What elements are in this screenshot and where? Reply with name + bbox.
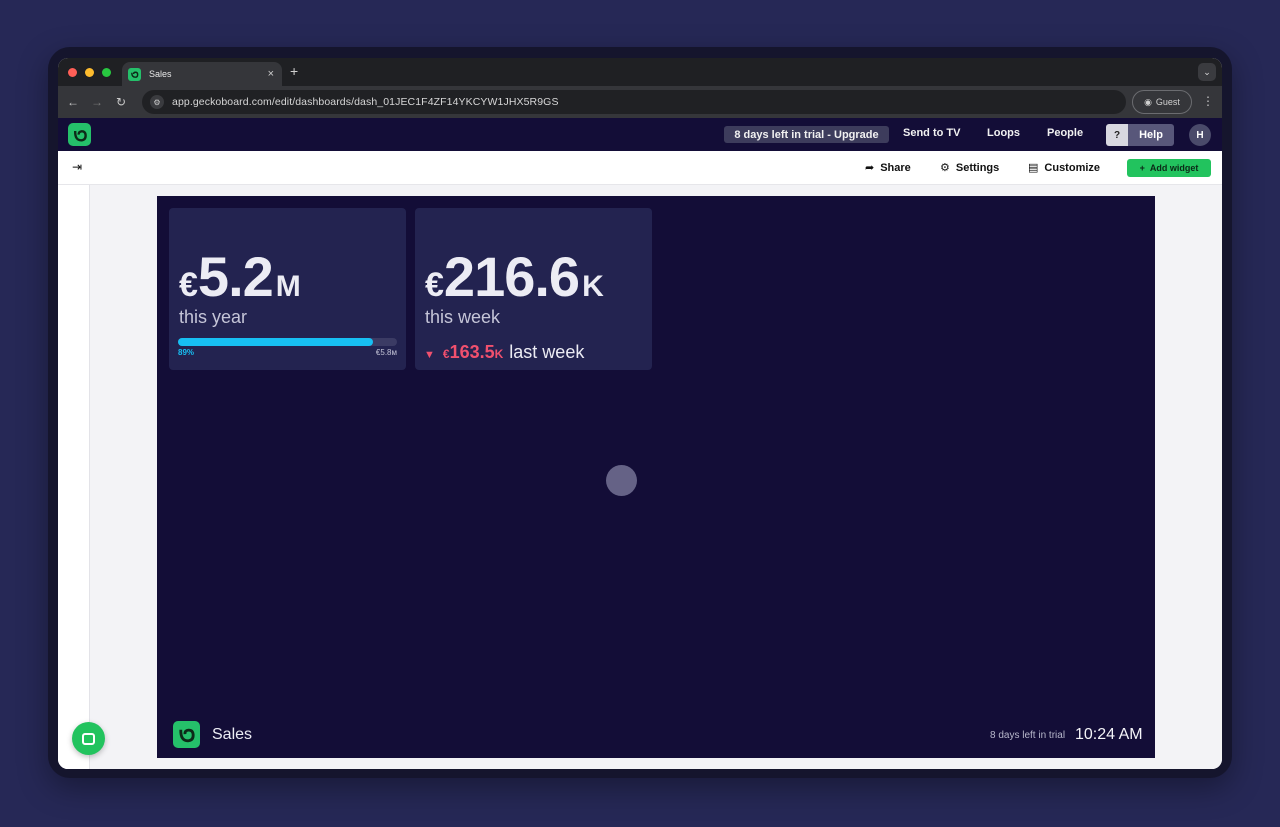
add-widget-button[interactable]: + Add widget (1127, 159, 1211, 177)
profile-button[interactable]: ◉ Guest (1132, 90, 1192, 114)
progress-fill (178, 338, 373, 346)
progress-percent: 89% (178, 348, 195, 357)
app-header: 8 days left in trial - Upgrade Send to T… (58, 118, 1222, 151)
profile-icon: ◉ (1144, 96, 1152, 107)
browser-toolbar: ← → ↻ ⚙ app.geckoboard.com/edit/dashboar… (58, 86, 1222, 118)
comparison-number: 163.5 (449, 342, 495, 362)
chat-icon (82, 732, 95, 745)
help-button[interactable]: ? Help (1106, 124, 1174, 146)
add-widget-label: Add widget (1149, 163, 1199, 173)
share-label: Share (880, 161, 911, 174)
currency-symbol: € (179, 266, 198, 304)
people-link[interactable]: People (1047, 127, 1083, 139)
footer-trial-text: 8 days left in trial (990, 730, 1066, 741)
url-text: app.geckoboard.com/edit/dashboards/dash_… (172, 96, 559, 108)
customize-label: Customize (1044, 161, 1101, 174)
close-window-button[interactable] (68, 67, 77, 77)
tab-strip: Sales × + ⌄ (58, 58, 1222, 86)
window-controls (68, 67, 111, 77)
trial-upgrade-button[interactable]: 8 days left in trial - Upgrade (724, 126, 889, 143)
user-avatar[interactable]: H (1189, 124, 1211, 146)
comparison-value: €163.5K (443, 342, 503, 363)
help-question-icon: ? (1106, 124, 1128, 146)
metric-value: 216.6 (443, 245, 580, 308)
number-value: €5.2 M (179, 244, 301, 309)
browser-tab-sales[interactable]: Sales × (122, 62, 282, 86)
address-bar[interactable]: ⚙ app.geckoboard.com/edit/dashboards/das… (142, 90, 1126, 114)
browser-menu-icon[interactable]: ⋮ (1202, 94, 1214, 108)
metric-suffix: K (582, 270, 604, 303)
minimize-window-button[interactable] (85, 67, 94, 77)
dashboard-title: Sales (212, 726, 253, 743)
currency-symbol: € (425, 266, 444, 304)
reload-icon[interactable]: ↻ (109, 95, 133, 109)
left-sidebar (58, 185, 90, 769)
site-settings-icon[interactable]: ⚙ (150, 95, 164, 109)
new-tab-button[interactable]: + (290, 63, 298, 79)
gear-icon: ⚙ (940, 162, 950, 174)
widget-this-year[interactable]: €5.2 M this year 89% €5.8м (169, 208, 406, 370)
geckoboard-logo-icon[interactable] (68, 123, 91, 146)
zoom-window-button[interactable] (102, 67, 111, 77)
metric-suffix: M (275, 270, 301, 303)
down-triangle-icon: ▼ (424, 349, 435, 361)
metric-label: this year (179, 307, 248, 327)
customize-icon: ▤ (1028, 162, 1039, 174)
goal-value: €5.8м (375, 348, 397, 357)
back-arrow-icon[interactable]: ← (61, 95, 85, 109)
settings-label: Settings (955, 161, 1000, 174)
dashboard-toolbar: ⇥ ➦ Share ⚙ Settings ▤ Customize + Add w… (58, 151, 1222, 185)
send-to-tv-link[interactable]: Send to TV (903, 127, 960, 139)
tab-title: Sales (149, 69, 172, 79)
comparison-currency: € (442, 347, 450, 361)
number-value: €216.6 K (425, 244, 604, 309)
widget-this-week[interactable]: €216.6 K this week ▼ €163.5K last week (415, 208, 652, 370)
customize-button[interactable]: ▤ Customize (1028, 161, 1101, 175)
loops-link[interactable]: Loops (987, 127, 1020, 139)
metric-value: 5.2 (197, 245, 274, 308)
tab-close-icon[interactable]: × (268, 68, 274, 80)
comparison: ▼ €163.5K last week (424, 342, 584, 363)
settings-button[interactable]: ⚙ Settings (940, 161, 1000, 175)
plus-icon: + (1139, 163, 1145, 173)
metric-label: this week (425, 307, 501, 327)
mouse-cursor (606, 465, 637, 496)
comparison-label: last week (509, 342, 585, 362)
goal-progress-bar (178, 338, 397, 346)
chat-launcher-button[interactable] (72, 722, 105, 755)
share-button[interactable]: ➦ Share (865, 161, 911, 175)
footer-clock: 10:24 AM (1075, 726, 1143, 743)
share-arrow-icon: ➦ (865, 162, 875, 174)
expand-sidebar-icon[interactable]: ⇥ (72, 160, 82, 174)
browser-window: Sales × + ⌄ ← → ↻ ⚙ app.geckoboard.com/e… (58, 58, 1222, 769)
tab-search-chevron-icon[interactable]: ⌄ (1198, 63, 1216, 81)
forward-arrow-icon[interactable]: → (85, 95, 109, 109)
profile-label: Guest (1155, 97, 1180, 107)
dashboard-logo-icon (173, 721, 200, 748)
comparison-suffix: K (494, 347, 504, 361)
geckoboard-favicon-icon (128, 67, 141, 81)
help-label: Help (1128, 124, 1174, 146)
dashboard: €5.2 M this year 89% €5.8м €216.6 K this w… (157, 196, 1155, 758)
